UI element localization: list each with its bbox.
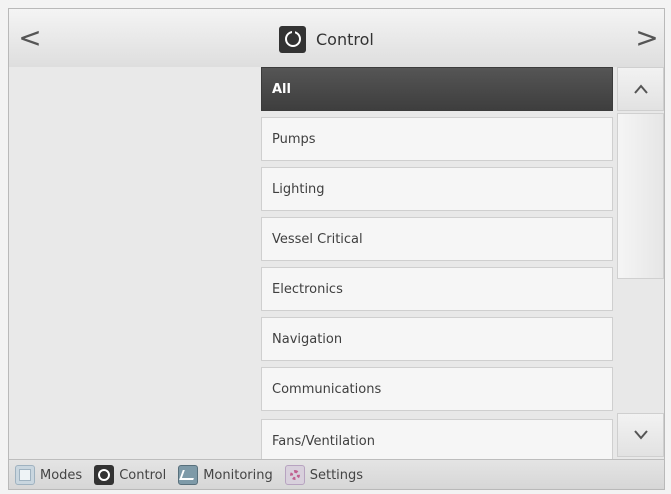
page-title: Control (316, 29, 374, 49)
category-item-all[interactable]: All (261, 67, 613, 111)
scroll-thumb[interactable] (617, 113, 664, 279)
control-icon (94, 465, 115, 485)
tab-modes-label: Modes (40, 467, 83, 483)
chevron-down-icon (633, 430, 648, 440)
chevron-up-icon (633, 84, 648, 94)
bottom-nav: Modes Control Monitoring Settings (9, 459, 664, 489)
back-button[interactable]: < (15, 19, 45, 57)
top-bar: < Control > (9, 9, 664, 68)
monitoring-icon (178, 465, 199, 485)
list-scrollbar[interactable] (617, 67, 664, 459)
tab-settings[interactable]: Settings (279, 460, 369, 489)
tab-control[interactable]: Control (88, 460, 172, 489)
control-screen: < Control > All Pumps Lighting Vessel Cr… (8, 8, 665, 490)
category-item-electronics[interactable]: Electronics (261, 267, 613, 311)
forward-button[interactable]: > (632, 19, 662, 57)
scroll-up-button[interactable] (617, 67, 664, 111)
tab-settings-label: Settings (309, 467, 364, 483)
tab-control-label: Control (119, 467, 167, 483)
modes-icon (15, 465, 35, 485)
control-logo-icon (279, 25, 306, 53)
category-item-fans-ventilation[interactable]: Fans/Ventilation (261, 419, 613, 459)
category-item-lighting[interactable]: Lighting (261, 167, 613, 211)
detail-pane (9, 67, 261, 459)
category-item-communications[interactable]: Communications (261, 367, 613, 411)
tab-monitoring-label: Monitoring (203, 467, 273, 483)
tab-modes[interactable]: Modes (9, 460, 88, 489)
category-item-vessel-critical[interactable]: Vessel Critical (261, 217, 613, 261)
category-item-navigation[interactable]: Navigation (261, 317, 613, 361)
scroll-down-button[interactable] (617, 413, 664, 457)
tab-monitoring[interactable]: Monitoring (172, 460, 279, 489)
category-item-pumps[interactable]: Pumps (261, 117, 613, 161)
settings-icon (284, 465, 305, 485)
category-list: All Pumps Lighting Vessel Critical Elect… (261, 67, 617, 459)
screen-title: Control (279, 24, 374, 54)
